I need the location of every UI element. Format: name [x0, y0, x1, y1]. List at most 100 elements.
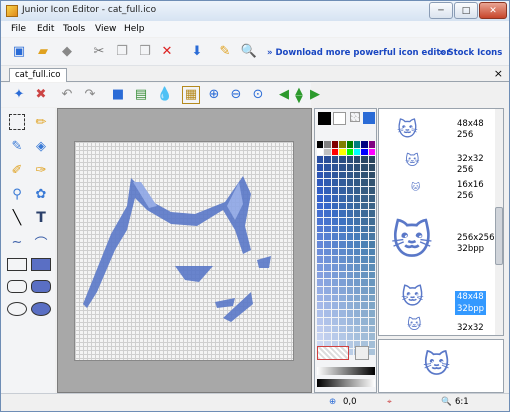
color-swatch[interactable]: [346, 325, 353, 333]
color-swatch[interactable]: [317, 264, 324, 271]
color-swatch[interactable]: [361, 317, 368, 325]
import-icon[interactable]: ⬇: [188, 43, 206, 61]
redo-icon[interactable]: ↷: [81, 86, 99, 104]
color-swatch[interactable]: [353, 210, 361, 217]
color-swatch[interactable]: [339, 302, 346, 310]
color-swatch[interactable]: [361, 171, 368, 179]
secondary-color[interactable]: [333, 112, 346, 125]
color-swatch[interactable]: [346, 256, 353, 263]
rect-select-icon[interactable]: [9, 114, 25, 130]
transparent-color[interactable]: [350, 112, 360, 122]
close-document-icon[interactable]: ×: [494, 67, 503, 80]
color-swatch[interactable]: [317, 325, 324, 333]
color-swatch[interactable]: [361, 302, 368, 310]
open-icon[interactable]: ▰: [34, 43, 52, 61]
color-swatch[interactable]: [368, 217, 375, 225]
minimize-button[interactable]: ─: [429, 2, 453, 19]
color-swatch[interactable]: [339, 310, 346, 317]
color-swatch[interactable]: [368, 271, 375, 279]
pencil-icon[interactable]: ✏: [30, 111, 52, 133]
picker-icon[interactable]: ⚲: [6, 183, 28, 205]
color-swatch[interactable]: [353, 256, 361, 263]
color-swatch[interactable]: [361, 156, 368, 164]
color-replace-icon[interactable]: ✑: [30, 159, 52, 181]
cut-icon[interactable]: ✂: [90, 43, 108, 61]
color-swatch[interactable]: [331, 187, 339, 194]
color-swatch[interactable]: [339, 187, 346, 194]
color-swatch[interactable]: [324, 279, 331, 287]
color-swatch[interactable]: [339, 294, 346, 302]
color-swatch[interactable]: [324, 217, 331, 225]
color-swatch[interactable]: [361, 264, 368, 271]
rounded-rect-icon[interactable]: [7, 280, 27, 293]
color-swatch[interactable]: [361, 287, 368, 294]
color-swatch[interactable]: [339, 248, 346, 256]
format-list-scrollbar[interactable]: [495, 109, 503, 335]
color-swatch[interactable]: [339, 210, 346, 217]
filled-rectangle-icon[interactable]: [31, 258, 51, 271]
color-swatch[interactable]: [353, 164, 361, 171]
color-swatch[interactable]: [346, 202, 353, 210]
brush-icon[interactable]: ✎: [6, 135, 28, 157]
color-swatch[interactable]: [361, 325, 368, 333]
color-swatch[interactable]: [353, 141, 361, 148]
color-swatch[interactable]: [361, 202, 368, 210]
color-swatch[interactable]: [317, 287, 324, 294]
color-swatch[interactable]: [324, 248, 331, 256]
color-swatch[interactable]: [339, 233, 346, 240]
color-swatch[interactable]: [346, 233, 353, 240]
color-swatch[interactable]: [353, 264, 361, 271]
color-swatch[interactable]: [324, 141, 331, 148]
color-swatch[interactable]: [361, 333, 368, 340]
color-swatch[interactable]: [353, 287, 361, 294]
color-swatch[interactable]: [346, 240, 353, 248]
color-swatch[interactable]: [339, 225, 346, 233]
color-swatch[interactable]: [346, 264, 353, 271]
color-swatch[interactable]: [331, 287, 339, 294]
color-swatch[interactable]: [361, 240, 368, 248]
color-swatch[interactable]: [346, 248, 353, 256]
color-swatch[interactable]: [339, 264, 346, 271]
color-swatch[interactable]: [317, 210, 324, 217]
color-swatch[interactable]: [331, 210, 339, 217]
color-swatch[interactable]: [317, 187, 324, 194]
color-swatch[interactable]: [346, 148, 353, 156]
color-swatch[interactable]: [317, 202, 324, 210]
color-swatch[interactable]: [361, 194, 368, 202]
alpha-slider[interactable]: [317, 379, 375, 387]
color-swatch[interactable]: [361, 248, 368, 256]
color-swatch[interactable]: [361, 148, 368, 156]
color-swatch[interactable]: [317, 333, 324, 340]
color-swatch[interactable]: [368, 333, 375, 340]
swap-colors-icon[interactable]: [363, 112, 375, 124]
download-link[interactable]: » Download more powerful icon editor: [267, 48, 450, 58]
color-swatch[interactable]: [317, 248, 324, 256]
color-swatch[interactable]: [324, 171, 331, 179]
layer-front-icon[interactable]: ■: [109, 86, 127, 104]
copy-icon[interactable]: ❐: [113, 43, 131, 61]
brightness-slider[interactable]: [317, 367, 375, 375]
color-swatch[interactable]: [331, 310, 339, 317]
color-swatch[interactable]: [346, 317, 353, 325]
color-swatch[interactable]: [339, 141, 346, 148]
color-swatch[interactable]: [324, 225, 331, 233]
color-swatch[interactable]: [368, 240, 375, 248]
color-swatch[interactable]: [368, 194, 375, 202]
color-swatch[interactable]: [324, 325, 331, 333]
color-swatch[interactable]: [331, 202, 339, 210]
color-swatch[interactable]: [361, 217, 368, 225]
color-swatch[interactable]: [317, 141, 324, 148]
color-swatch[interactable]: [331, 264, 339, 271]
color-swatch[interactable]: [324, 310, 331, 317]
color-swatch[interactable]: [353, 317, 361, 325]
color-swatch[interactable]: [317, 156, 324, 164]
color-swatch[interactable]: [339, 194, 346, 202]
color-swatch[interactable]: [339, 271, 346, 279]
color-swatch[interactable]: [368, 233, 375, 240]
color-swatch[interactable]: [346, 294, 353, 302]
color-swatch[interactable]: [346, 194, 353, 202]
color-swatch[interactable]: [353, 271, 361, 279]
color-swatch[interactable]: [324, 187, 331, 194]
color-swatch[interactable]: [368, 179, 375, 187]
export-icon[interactable]: ✎: [216, 43, 234, 61]
